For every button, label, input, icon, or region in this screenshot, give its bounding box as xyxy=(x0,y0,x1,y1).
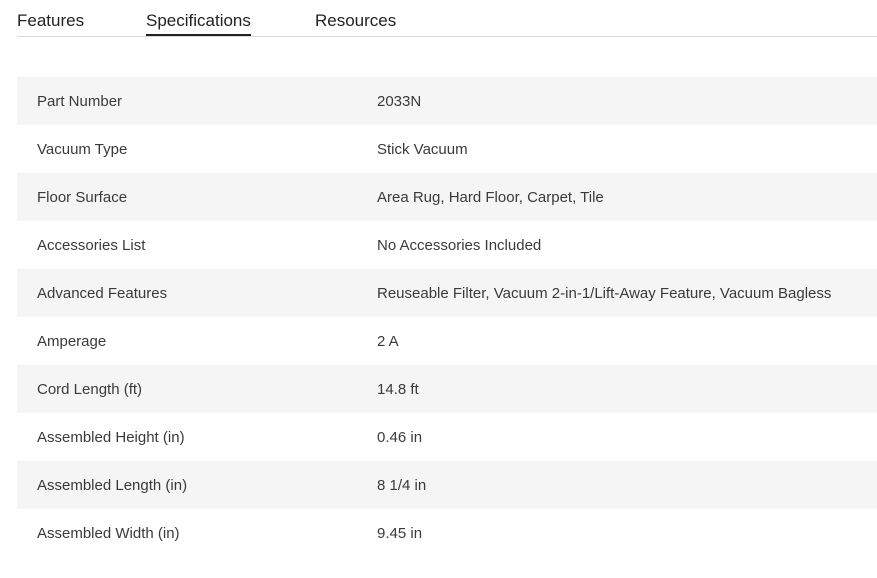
spec-label: Assembled Height (in) xyxy=(37,428,185,446)
spec-value: Reuseable Filter, Vacuum 2-in-1/Lift-Awa… xyxy=(377,284,832,302)
spec-row-floor-surface: Floor Surface Area Rug, Hard Floor, Carp… xyxy=(17,173,877,221)
spec-value: Stick Vacuum xyxy=(377,140,468,158)
spec-value: No Accessories Included xyxy=(377,236,542,254)
spec-label: Assembled Width (in) xyxy=(37,524,180,542)
spec-value: 14.8 ft xyxy=(377,380,419,398)
spec-value: 9.45 in xyxy=(377,524,423,542)
spec-row-assembled-length: Assembled Length (in) 8 1/4 in xyxy=(17,461,877,509)
specifications-table: Part Number 2033N Vacuum Type Stick Vacu… xyxy=(17,77,877,557)
spec-value: 2 A xyxy=(377,332,399,350)
tab-features[interactable]: Features xyxy=(17,10,84,32)
tab-specifications[interactable]: Specifications xyxy=(146,10,251,36)
spec-row-vacuum-type: Vacuum Type Stick Vacuum xyxy=(17,125,877,173)
spec-label: Accessories List xyxy=(37,236,146,254)
spec-label: Amperage xyxy=(37,332,107,350)
spec-row-advanced-features: Advanced Features Reuseable Filter, Vacu… xyxy=(17,269,877,317)
spec-row-accessories-list: Accessories List No Accessories Included xyxy=(17,221,877,269)
spec-row-amperage: Amperage 2 A xyxy=(17,317,877,365)
spec-label: Part Number xyxy=(37,92,123,110)
tab-bar: Features Specifications Resources xyxy=(17,0,877,37)
spec-value: Area Rug, Hard Floor, Carpet, Tile xyxy=(377,188,604,206)
spec-value: 2033N xyxy=(377,92,422,110)
spec-row-assembled-width: Assembled Width (in) 9.45 in xyxy=(17,509,877,557)
spec-value: 0.46 in xyxy=(377,428,423,446)
spec-label: Assembled Length (in) xyxy=(37,476,188,494)
spec-label: Advanced Features xyxy=(37,284,168,302)
spec-label: Vacuum Type xyxy=(37,140,128,158)
spec-row-assembled-height: Assembled Height (in) 0.46 in xyxy=(17,413,877,461)
spec-value: 8 1/4 in xyxy=(377,476,427,494)
spec-label: Floor Surface xyxy=(37,188,128,206)
spec-row-part-number: Part Number 2033N xyxy=(17,77,877,125)
tab-resources[interactable]: Resources xyxy=(315,10,396,32)
spec-row-cord-length: Cord Length (ft) 14.8 ft xyxy=(17,365,877,413)
spec-label: Cord Length (ft) xyxy=(37,380,143,398)
